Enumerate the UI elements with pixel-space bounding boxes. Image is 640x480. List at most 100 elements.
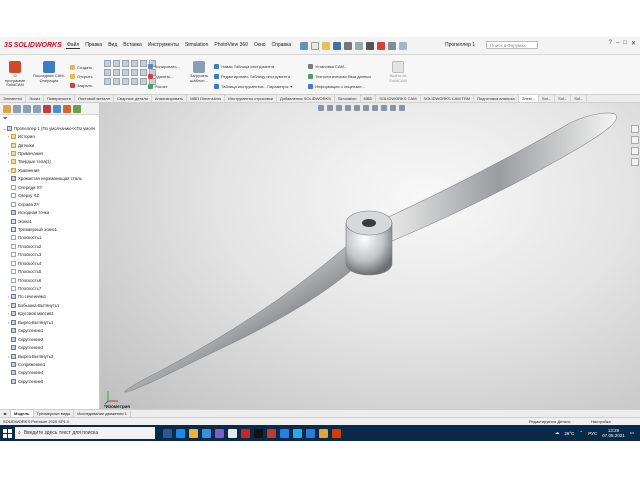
tree-item[interactable]: › Твердые тела(1) <box>2 158 99 166</box>
tree-item[interactable]: Датчики <box>2 141 99 149</box>
tree-item[interactable]: Сверху XZ <box>2 192 99 200</box>
tree-item[interactable]: Трехмерный эскиз1 <box>2 225 99 233</box>
op-icon[interactable] <box>122 60 129 67</box>
tree-item[interactable]: Спереди XY <box>2 183 99 191</box>
windows-start-icon[interactable] <box>0 425 14 441</box>
tab-mbd[interactable]: MBD <box>361 95 377 102</box>
op-icon[interactable] <box>113 78 120 85</box>
op-icon[interactable] <box>122 69 129 76</box>
tree-item[interactable]: Плоскость3 <box>2 251 99 259</box>
tree-item[interactable]: Исходная точка <box>2 208 99 216</box>
print-icon[interactable] <box>344 41 353 50</box>
op-icon[interactable] <box>113 60 120 67</box>
op-icon[interactable] <box>140 60 147 67</box>
feature-tree-tab-icon[interactable] <box>3 104 11 113</box>
tree-item[interactable]: › Примечания <box>2 149 99 157</box>
menu-photoview[interactable]: PhotoView 360 <box>213 42 249 49</box>
tree-item[interactable]: › Вырез-Вытянуть2 <box>2 352 99 360</box>
tab-sw-cam-tbm[interactable]: SOLIDWORKS CAM TBM <box>421 95 475 102</box>
tab-weldments[interactable]: Сварные детали <box>114 95 152 102</box>
solidworks-task-icon[interactable] <box>241 428 250 438</box>
config-tab-icon[interactable] <box>23 104 31 113</box>
close-button[interactable]: Закрыть <box>70 83 92 88</box>
tab-sol-1[interactable]: Sol... <box>539 95 556 102</box>
solidworks-logo[interactable]: 3S SOLIDWORKS <box>0 42 62 49</box>
tab-evaluate[interactable]: Анализировать <box>152 95 188 102</box>
tab-elem-active[interactable]: Элем... <box>518 95 539 102</box>
tree-item[interactable]: Плоскость7 <box>2 284 99 292</box>
file-explorer-icon[interactable] <box>189 428 198 438</box>
tree-item[interactable]: Скругление2 <box>2 335 99 343</box>
license-info-button[interactable]: Информация о лицензии... <box>308 84 365 89</box>
about-solidcam-button[interactable]: О программе SolidCAM <box>4 61 26 88</box>
tab-arrow-icon[interactable]: ◂▸ <box>0 410 12 417</box>
new-tool-table-button[interactable]: Новая Таблица инструмента <box>214 64 274 69</box>
terminal-icon[interactable] <box>254 428 263 438</box>
notifications-icon[interactable]: ▭ <box>630 430 634 436</box>
op-icon[interactable] <box>104 69 111 76</box>
viber-icon[interactable] <box>215 428 224 438</box>
tab-sheet-metal[interactable]: Листовой металл <box>75 95 115 102</box>
powerpoint-icon[interactable] <box>332 428 341 438</box>
op-icon[interactable] <box>104 78 111 85</box>
tray-arrow-icon[interactable]: ⌃ <box>579 430 583 436</box>
search-input[interactable]: Поиск в Форумах <box>486 41 538 49</box>
mail-icon[interactable] <box>280 428 289 438</box>
home-icon[interactable] <box>300 41 309 50</box>
new-file-icon[interactable] <box>311 41 320 50</box>
tech-database-button[interactable]: Технологическая база данных <box>308 74 371 79</box>
language-indicator[interactable]: РУС <box>588 431 597 436</box>
op-icon[interactable] <box>122 78 129 85</box>
menu-help[interactable]: Справка <box>271 42 293 49</box>
tree-item[interactable]: › История <box>2 132 99 140</box>
tab-simulation[interactable]: Simulation <box>335 95 361 102</box>
tree-item[interactable]: › Бобышка-Вытянуть1 <box>2 301 99 309</box>
tree-item[interactable]: Хромистая нержавеющая сталь <box>2 175 99 183</box>
tool-params-button[interactable]: Таблица инструментов - Параметры ▾ <box>214 84 292 89</box>
create-button[interactable]: Создать <box>70 65 92 70</box>
tab-motion-study[interactable]: Исследование движения 1 <box>74 410 131 417</box>
taskbar-search-input[interactable]: ⌕ Введите здесь текст для поиска <box>15 427 155 439</box>
tree-item[interactable]: Справа ZY <box>2 200 99 208</box>
graphics-area[interactable] <box>100 103 640 415</box>
recent-operations-button[interactable]: Последние CAM-Операции <box>32 61 66 83</box>
close-icon[interactable]: ✕ <box>631 40 636 47</box>
tree-item[interactable]: Плоскость1 <box>2 234 99 242</box>
help-icon[interactable]: ? <box>609 40 612 47</box>
maximize-icon[interactable]: □ <box>623 40 627 47</box>
tree-root[interactable]: ⌄ Пропеллер 1 (По умолчанию<<По умолч <box>2 124 99 132</box>
op-icon[interactable] <box>140 69 147 76</box>
tab-sw-cam[interactable]: SOLIDWORKS CAM <box>376 95 421 102</box>
menu-simulation[interactable]: Simulation <box>184 42 209 49</box>
save-icon[interactable] <box>333 41 342 50</box>
tab-model[interactable]: Модель <box>11 410 34 417</box>
clock[interactable]: 13:29 07.05.2021 <box>602 428 625 438</box>
tab-surfaces[interactable]: Поверхности <box>44 95 75 102</box>
folder-icon[interactable] <box>319 428 328 438</box>
telegram-icon[interactable] <box>293 428 302 438</box>
status-customize[interactable]: Настройка <box>591 418 611 425</box>
op-icon[interactable] <box>131 60 138 67</box>
exit-solidcam-button[interactable]: Выйти из SolidCAM <box>386 61 410 83</box>
tree-item[interactable]: Сопряжение1 <box>2 360 99 368</box>
cam-tab-icon[interactable] <box>63 104 71 113</box>
property-tab-icon[interactable] <box>13 104 21 113</box>
tab-mbd-dimensions[interactable]: MBD Dimensions <box>187 95 226 102</box>
open-button[interactable]: Открыть <box>70 74 93 79</box>
tree-item[interactable]: Плоскость6 <box>2 276 99 284</box>
tree-item[interactable]: › По сечениям1 <box>2 293 99 301</box>
tree-item[interactable]: Скругление4 <box>2 369 99 377</box>
tree-item[interactable]: Скругление5 <box>2 377 99 385</box>
tree-item[interactable]: › Вырез-Вытянуть1 <box>2 318 99 326</box>
menu-tools[interactable]: Инструменты <box>147 42 180 49</box>
dimxpert-tab-icon[interactable] <box>33 104 41 113</box>
delete-button[interactable]: Удалить... <box>148 74 174 79</box>
open-folder-icon[interactable] <box>322 41 331 50</box>
tab-3d-views[interactable]: Трехмерные виды <box>34 410 75 417</box>
cam-settings-button[interactable]: Установки CAM... <box>308 64 347 69</box>
tab-sol-2[interactable]: Sol... <box>555 95 572 102</box>
calculate-button[interactable]: Расчет <box>148 84 168 89</box>
load-template-button[interactable]: Загрузить шаблон... <box>188 61 210 83</box>
options-icon[interactable] <box>399 41 408 50</box>
edge-icon[interactable] <box>176 428 185 438</box>
